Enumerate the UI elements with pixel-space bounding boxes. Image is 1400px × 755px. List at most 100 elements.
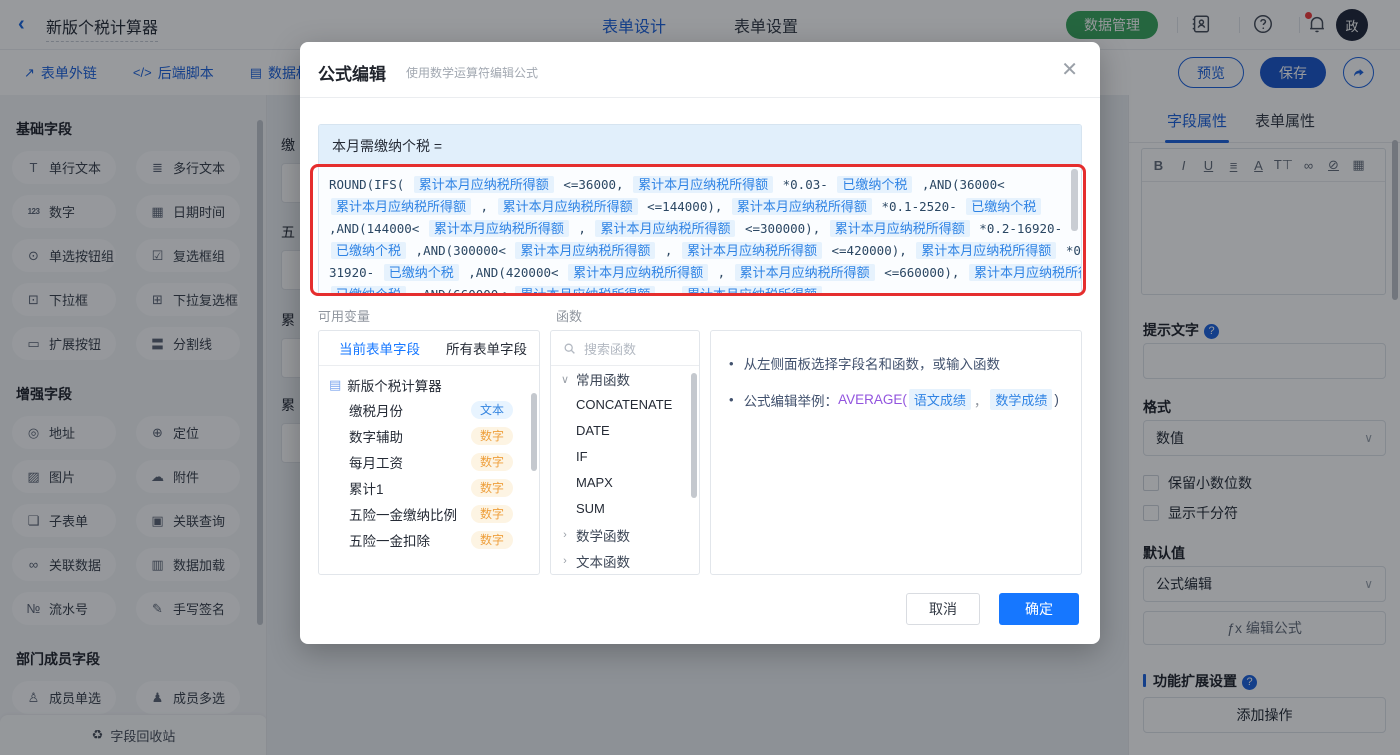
variable-name: 累计1 (349, 478, 384, 498)
formula-variable-token[interactable]: 累计本月应纳税所得额 (515, 242, 655, 259)
formula-variable-token[interactable]: 累计本月应纳税所得额 (682, 242, 822, 259)
formula-variable-token[interactable]: 累计本月应纳税所得额 (498, 198, 638, 215)
formula-variable-token[interactable]: 已缴纳个税 (331, 286, 406, 295)
formula-text: *0.03- (775, 177, 835, 192)
formula-variable-token[interactable]: 累计本月应纳税所得额 (969, 264, 1081, 281)
formula-target-field: 本月需缴纳个税 = (319, 125, 1081, 167)
formula-text: , (657, 287, 680, 295)
variable-type-tag: 数字 (471, 427, 513, 445)
variable-item[interactable]: 数字辅助 数字 (319, 423, 539, 449)
cancel-button[interactable]: 取消 (906, 593, 980, 625)
formula-variable-token[interactable]: 累计本月应纳税所得额 (515, 286, 655, 295)
variable-item[interactable]: 每月工资 数字 (319, 449, 539, 475)
formula-variable-token[interactable]: 累计本月应纳税所得额 (633, 176, 773, 193)
form-name: 新版个税计算器 (347, 375, 442, 395)
example-variable-token: 数学成绩 (990, 389, 1052, 410)
form-tree-root[interactable]: ▤ 新版个税计算器 (319, 366, 539, 397)
formula-editor[interactable]: 本月需缴纳个税 = ROUND(IFS( 累计本月应纳税所得额 <=36000,… (318, 124, 1082, 295)
formula-line: ROUND(IFS( 累计本月应纳税所得额 <=36000, 累计本月应纳税所得… (329, 174, 1055, 196)
variable-item[interactable]: 缴税月份文本 (319, 397, 539, 423)
formula-text: ,AND(300000< (408, 243, 513, 258)
help-tip-1: • 从左侧面板选择字段名和函数，或输入函数 (729, 353, 1081, 373)
function-group[interactable]: ›文本函数 (551, 548, 699, 574)
formula-text: ,AND(144000< (329, 221, 427, 236)
tab-current-form-fields[interactable]: 当前表单字段 (339, 338, 420, 358)
variables-panel: 当前表单字段 所有表单字段 ▤ 新版个税计算器 缴税月份文本数字辅助数字每月工资… (318, 330, 540, 575)
variable-name: 缴税月份 (349, 400, 403, 420)
formula-variable-token[interactable]: 累计本月应纳税所得额 (916, 242, 1056, 259)
functions-panel: 搜索函数 ∨常用函数CONCATENATEDATEIFMAPXSUM›数学函数›… (550, 330, 700, 575)
formula-variable-token[interactable]: 累计本月应纳税所得额 (830, 220, 970, 237)
variables-scrollbar[interactable] (531, 393, 537, 471)
formula-text: ROUND(IFS( (329, 177, 412, 192)
formula-variable-token[interactable]: 累计本月应纳税所得额 (732, 198, 872, 215)
variable-type-tag: 数字 (471, 505, 513, 523)
formula-text: , (657, 243, 680, 258)
variable-type-tag: 数字 (471, 479, 513, 497)
help-tip-1-text: 从左侧面板选择字段名和函数，或输入函数 (744, 353, 1001, 373)
confirm-button[interactable]: 确定 (999, 593, 1079, 625)
formula-content[interactable]: ROUND(IFS( 累计本月应纳税所得额 <=36000, 累计本月应纳税所得… (319, 167, 1081, 295)
function-list: ∨ 常用函数 CONCATENATEDATEIFMAPXSUM › 数学函数 ›文本函数 (551, 366, 699, 574)
formula-line: 已缴纳个税 ,AND(660000< 累计本月应纳税所得额 , 累计本月应纳税所… (329, 284, 1055, 295)
formula-text: *0.1-2520- (874, 199, 964, 214)
function-item[interactable]: SUM (551, 496, 699, 522)
formula-text: *0.25- (1058, 243, 1081, 258)
formula-variable-token[interactable]: 累计本月应纳税所得额 (331, 198, 471, 215)
formula-help-panel: • 从左侧面板选择字段名和函数，或输入函数 • 公式编辑举例： AVERAGE(… (710, 330, 1082, 575)
formula-text: *0.2-16920- (972, 221, 1062, 236)
function-group-name: 数学函数 (576, 525, 630, 545)
formula-variable-token[interactable]: 已缴纳个税 (837, 176, 912, 193)
chevron-right-icon: › (559, 529, 571, 541)
variable-item[interactable]: 五险一金缴纳比例数字 (319, 501, 539, 527)
variable-name: 数字辅助 (349, 426, 403, 446)
formula-text: , (473, 199, 496, 214)
variable-item[interactable]: 累计1 数字 (319, 475, 539, 501)
functions-scrollbar[interactable] (691, 373, 697, 498)
formula-edit-modal: 公式编辑 使用数学运算符编辑公式 ✕ 本月需缴纳个税 = ROUND(IFS( … (300, 42, 1100, 644)
chevron-down-icon: ∨ (559, 373, 571, 386)
formula-text: <=300000), (737, 221, 827, 236)
bullet-icon: • (729, 356, 734, 371)
variable-type-tag: 数字 (471, 531, 513, 549)
variables-label: 可用变量 (318, 306, 370, 325)
variable-item[interactable]: 五险一金扣除数字 (319, 527, 539, 553)
formula-text: <=144000), (640, 199, 730, 214)
modal-title: 公式编辑 (318, 60, 386, 85)
function-item[interactable]: DATE (551, 418, 699, 444)
variable-list: 缴税月份文本数字辅助数字每月工资数字累计1数字五险一金缴纳比例数字五险一金扣除数… (319, 397, 539, 553)
formula-scrollbar[interactable] (1071, 169, 1078, 231)
formula-line: 累计本月应纳税所得额 , 累计本月应纳税所得额 <=144000), 累计本月应… (329, 196, 1055, 218)
function-group-name: 常用函数 (576, 369, 630, 389)
formula-variable-token[interactable]: 已缴纳个税 (966, 198, 1041, 215)
close-icon[interactable]: ✕ (1061, 57, 1078, 82)
formula-text: <=36000, (556, 177, 631, 192)
formula-variable-token[interactable]: 已缴纳个税 (331, 242, 406, 259)
formula-variable-token[interactable]: 累计本月应纳税所得额 (429, 220, 569, 237)
modal-subtitle: 使用数学运算符编辑公式 (406, 64, 538, 81)
function-item[interactable]: IF (551, 444, 699, 470)
formula-variable-token[interactable]: 累计本月应纳税所得额 (568, 264, 708, 281)
formula-variable-token[interactable]: 已缴纳个税 (384, 264, 459, 281)
formula-text: <=660000), (877, 265, 967, 280)
formula-variable-token[interactable]: 累计本月应纳税所得额 (735, 264, 875, 281)
function-item[interactable]: CONCATENATE (551, 392, 699, 418)
formula-text: ,AND(420000< (461, 265, 566, 280)
formula-variable-token[interactable]: 累计本月应纳税所得额 (595, 220, 735, 237)
formula-text: <=420000), (824, 243, 914, 258)
bullet-icon: • (729, 392, 734, 407)
function-group[interactable]: ∨ 常用函数 (551, 366, 699, 392)
variable-name: 五险一金缴纳比例 (349, 504, 457, 524)
formula-variable-token[interactable]: 累计本月应纳税所得额 (414, 176, 554, 193)
function-group[interactable]: › 数学函数 (551, 522, 699, 548)
example-close-paren: ) (1054, 392, 1059, 407)
example-variable-token: 语文成绩 (909, 389, 971, 410)
variable-name: 每月工资 (349, 452, 403, 472)
variable-type-tag: 数字 (471, 453, 513, 471)
formula-line: ,AND(144000< 累计本月应纳税所得额 , 累计本月应纳税所得额 <=3… (329, 218, 1055, 240)
formula-variable-token[interactable]: 累计本月应纳税所得额 (682, 286, 822, 295)
function-item[interactable]: MAPX (551, 470, 699, 496)
formula-text: , (571, 221, 594, 236)
function-search[interactable]: 搜索函数 (551, 331, 699, 366)
tab-all-form-fields[interactable]: 所有表单字段 (446, 338, 527, 358)
